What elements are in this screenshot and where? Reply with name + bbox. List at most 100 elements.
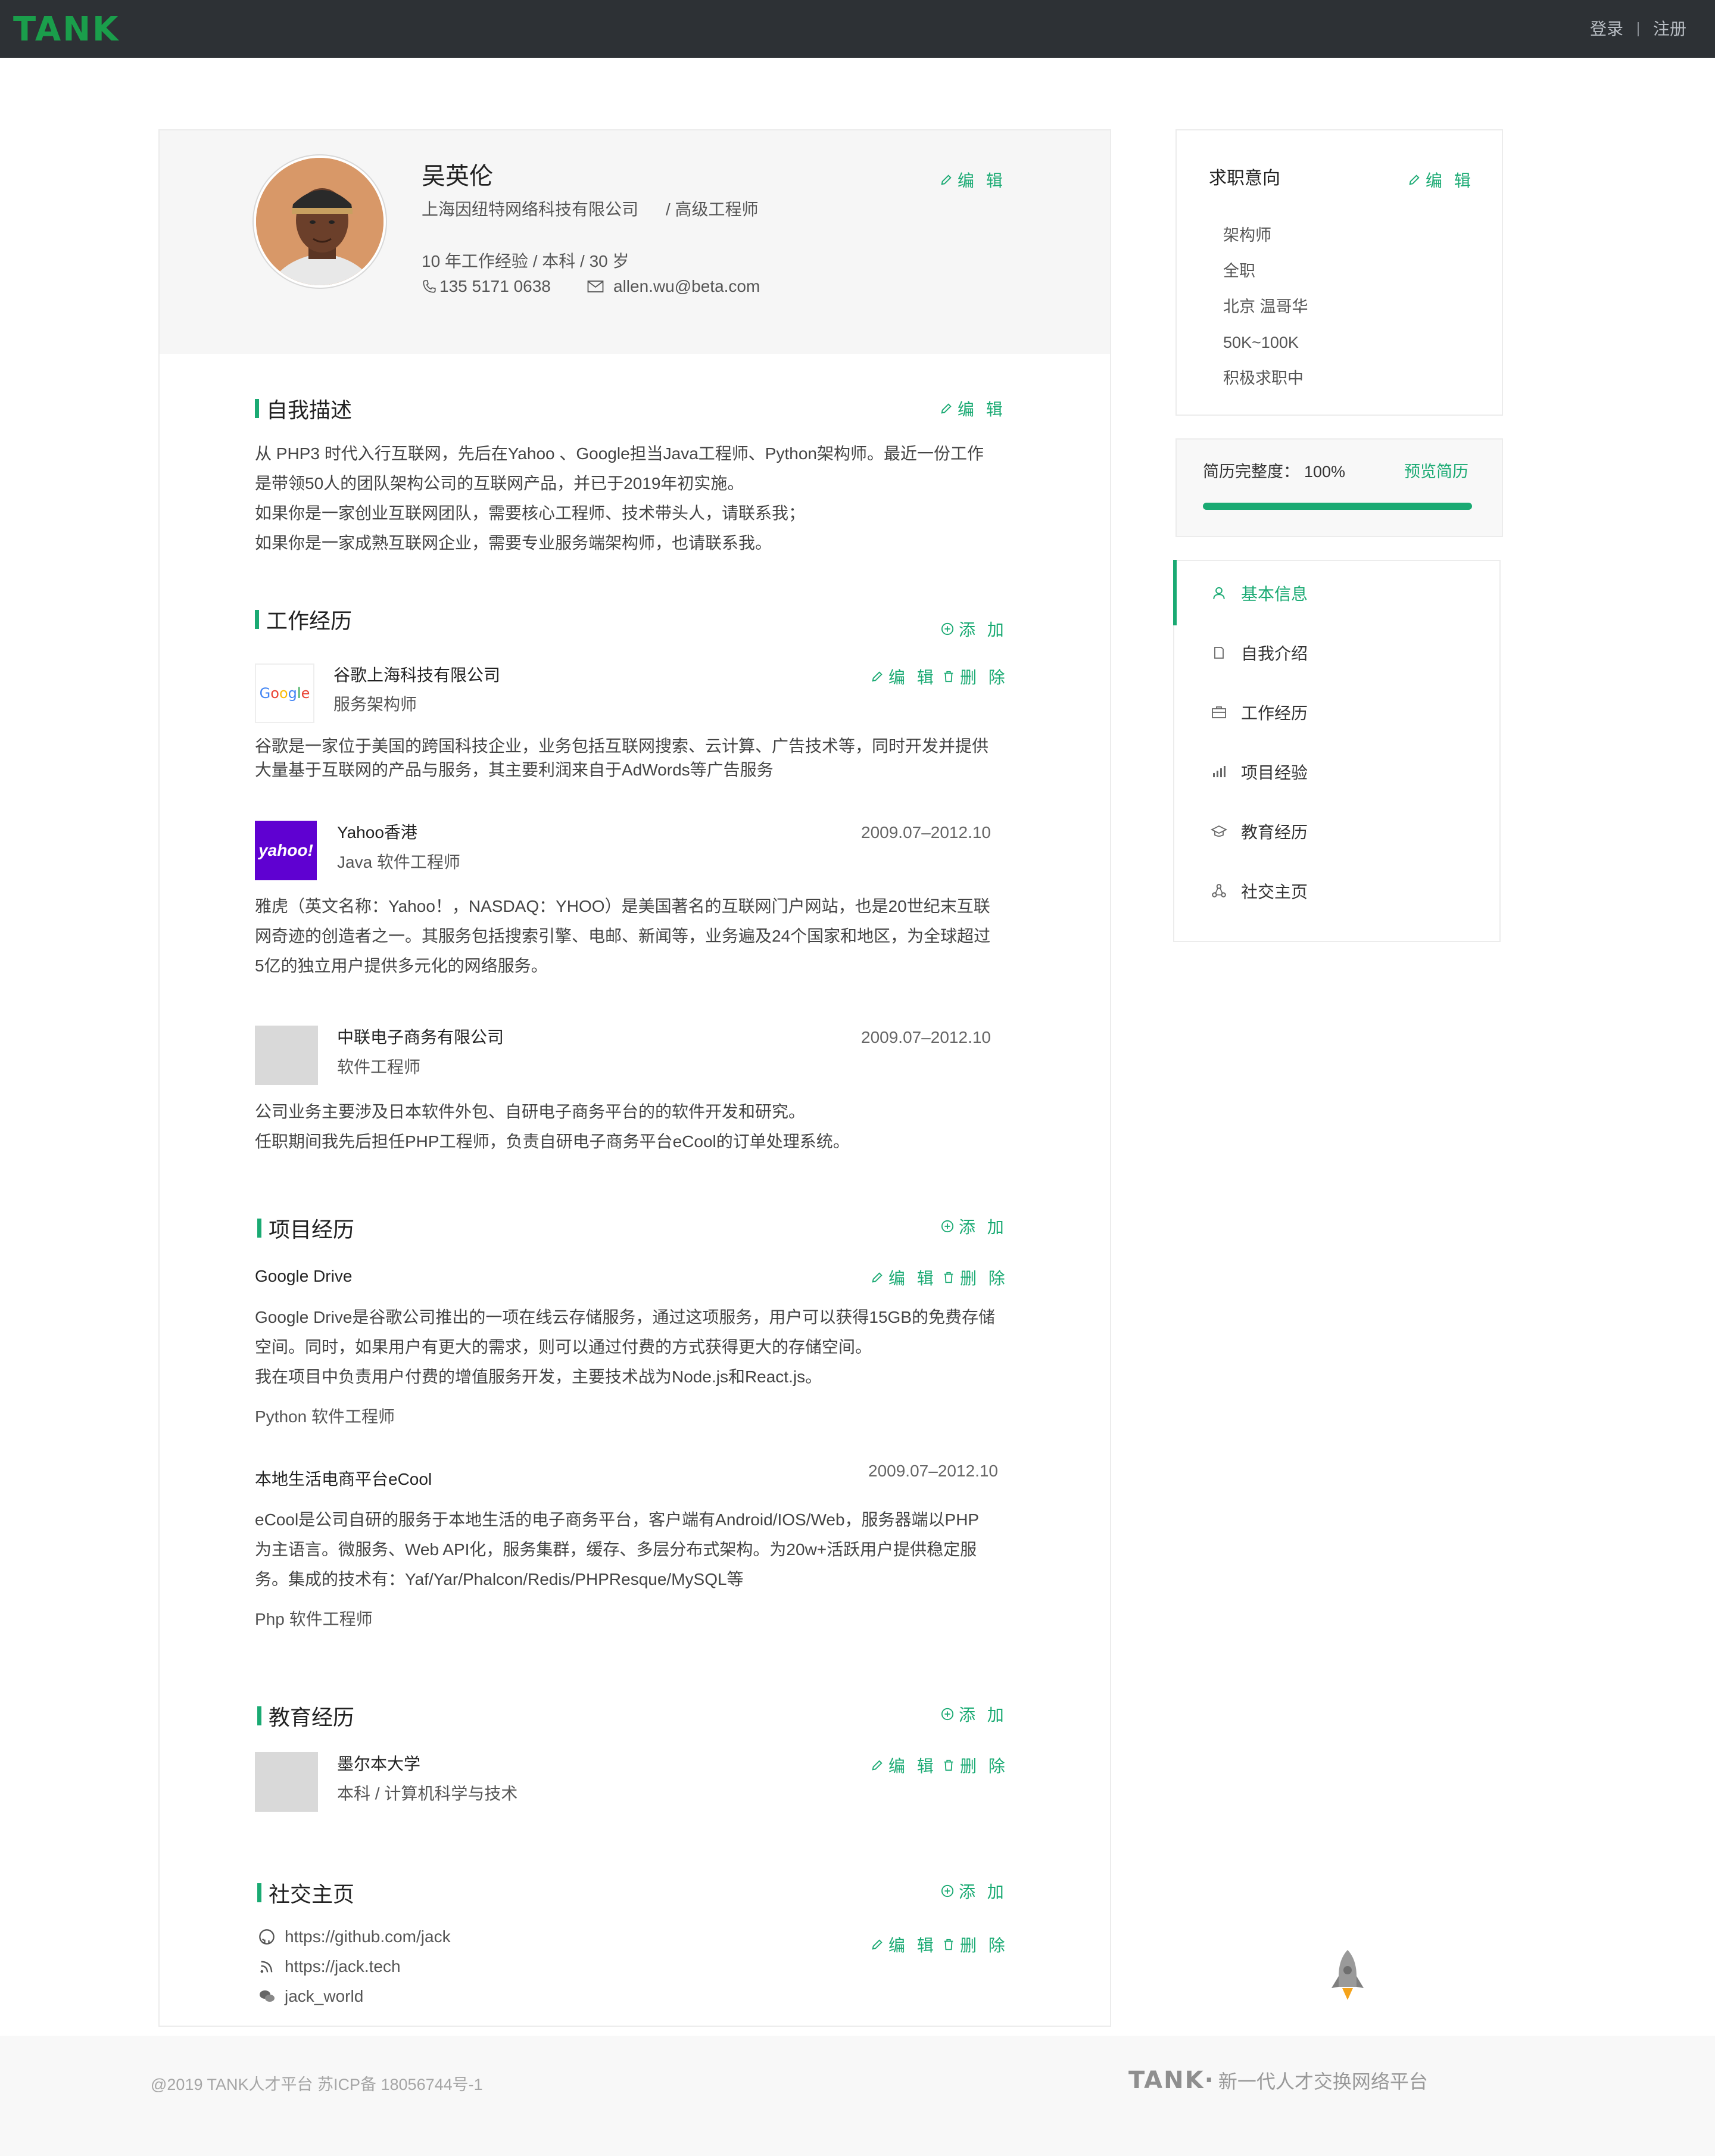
- project-role: Php 软件工程师: [255, 1610, 373, 1628]
- title-accent-bar: [257, 1883, 261, 1902]
- section-title-projects: 项目经历: [257, 1213, 354, 1244]
- sidenav-basic-info[interactable]: 基本信息: [1210, 578, 1478, 608]
- edit-label: 编 辑: [888, 668, 937, 687]
- sidenav-label: 项目经验: [1241, 764, 1308, 782]
- company-logo-yahoo: yahoo!: [255, 821, 317, 880]
- pencil-icon: [872, 1760, 883, 1771]
- work-role: 软件工程师: [337, 1058, 421, 1076]
- social-link-github[interactable]: https://github.com/jack: [258, 1927, 451, 1947]
- delete-education-button[interactable]: 删 除: [942, 1753, 1009, 1777]
- delete-work-button[interactable]: 删 除: [942, 665, 1009, 688]
- title-accent-bar: [257, 1219, 261, 1238]
- completeness-text: 简历完整度： 100%: [1203, 462, 1345, 481]
- sidenav-label: 自我介绍: [1241, 644, 1308, 663]
- trash-icon: [944, 1272, 953, 1283]
- sidenav-label: 社交主页: [1241, 883, 1308, 901]
- intent-salary: 50K~100K: [1223, 334, 1299, 351]
- completeness-value: 100%: [1304, 463, 1346, 481]
- delete-project-button[interactable]: 删 除: [942, 1266, 1009, 1289]
- work-desc: 雅虎（英文名称：Yahoo！，NASDAQ：YHOO）是美国著名的互联网门户网站…: [255, 892, 990, 981]
- site-logo[interactable]: TANK: [13, 11, 120, 49]
- sidenav-projects[interactable]: 项目经验: [1210, 757, 1478, 787]
- self-desc-line: 如果你是一家创业互联网团队，需要核心工程师、技术带头人，请联系我；: [255, 504, 806, 522]
- section-title-text: 工作经历: [266, 609, 353, 633]
- plus-circle-icon: [941, 1884, 954, 1898]
- bar-chart-icon: [1210, 765, 1228, 779]
- social-link-text: https://github.com/jack: [285, 1927, 451, 1946]
- avatar: [254, 155, 386, 288]
- delete-social-button[interactable]: 删 除: [942, 1933, 1009, 1956]
- edit-project-button[interactable]: 编 辑: [871, 1266, 937, 1289]
- add-label: 添 加: [959, 1218, 1008, 1236]
- work-role: Java 软件工程师: [337, 853, 460, 871]
- work-date: 2009.07–2012.10: [861, 823, 991, 842]
- title-accent-bar: [255, 399, 259, 418]
- work-desc-line: 公司业务主要涉及日本软件外包、自研电子商务平台的的软件开发和研究。: [255, 1102, 806, 1121]
- sidenav-education[interactable]: 教育经历: [1210, 817, 1478, 846]
- login-link[interactable]: 登录: [1590, 19, 1623, 39]
- edit-intent-button[interactable]: 编 辑: [1408, 168, 1474, 192]
- auth-links: 登录 注册: [1590, 19, 1686, 39]
- back-to-top-rocket-icon[interactable]: [1329, 1949, 1366, 2004]
- add-education-button[interactable]: 添 加: [941, 1702, 1008, 1726]
- work-desc-line: 5亿的独立用户提供多元化的网络服务。: [255, 957, 548, 975]
- edit-label: 编 辑: [888, 1936, 937, 1955]
- self-desc-line: 从 PHP3 时代入行互联网，先后在Yahoo 、Google担当Java工程师…: [255, 444, 984, 463]
- document-icon: [1210, 646, 1228, 660]
- title-accent-bar: [255, 610, 259, 629]
- work-company: Yahoo香港: [337, 823, 417, 842]
- intent-type: 全职: [1223, 262, 1255, 280]
- profile-phone: 135 5171 0638: [422, 276, 551, 297]
- self-desc-line: 如果你是一家成熟互联网企业，需要专业服务端架构师，也请联系我。: [255, 534, 772, 552]
- plus-circle-icon: [941, 622, 954, 635]
- edit-label: 编 辑: [888, 1757, 937, 1775]
- briefcase-icon: [1210, 705, 1228, 719]
- plus-circle-icon: [941, 1708, 954, 1721]
- project-role: Python 软件工程师: [255, 1407, 395, 1426]
- section-title-self: 自我描述: [255, 393, 352, 424]
- social-link-text: jack_world: [285, 1987, 364, 2005]
- project-date: 2009.07–2012.10: [868, 1462, 998, 1480]
- section-title-text: 社交主页: [269, 1882, 355, 1906]
- delete-label: 删 除: [960, 668, 1009, 687]
- edit-self-desc-button[interactable]: 编 辑: [940, 397, 1006, 420]
- pencil-icon: [872, 1272, 883, 1283]
- add-work-button[interactable]: 添 加: [941, 617, 1008, 641]
- user-icon: [1210, 585, 1228, 601]
- social-link-text: https://jack.tech: [285, 1957, 401, 1976]
- divider: [1637, 22, 1639, 36]
- edit-label: 编 辑: [958, 172, 1006, 190]
- work-role: 服务架构师: [333, 695, 417, 714]
- social-link-wechat[interactable]: jack_world: [258, 1986, 363, 2007]
- edit-profile-button[interactable]: 编 辑: [940, 168, 1006, 192]
- sidenav-social[interactable]: 社交主页: [1210, 876, 1478, 906]
- register-link[interactable]: 注册: [1653, 19, 1686, 39]
- add-social-button[interactable]: 添 加: [941, 1879, 1008, 1903]
- phone-number: 135 5171 0638: [439, 277, 551, 295]
- pencil-icon: [1409, 175, 1420, 185]
- company-logo-google: Google: [255, 663, 314, 723]
- delete-label: 删 除: [960, 1269, 1009, 1288]
- profile-company: 上海因纽特网络科技有限公司: [422, 200, 639, 219]
- preview-resume-link[interactable]: 预览简历: [1404, 462, 1468, 481]
- social-link-website[interactable]: https://jack.tech: [258, 1956, 401, 1977]
- footer-logo: TANK·: [1128, 2067, 1215, 2094]
- add-project-button[interactable]: 添 加: [941, 1214, 1008, 1238]
- edit-education-button[interactable]: 编 辑: [871, 1753, 937, 1777]
- edit-social-button[interactable]: 编 辑: [871, 1933, 937, 1956]
- email-address: allen.wu@beta.com: [613, 277, 760, 295]
- phone-icon: [423, 280, 436, 293]
- work-desc: 公司业务主要涉及日本软件外包、自研电子商务平台的的软件开发和研究。 任职期间我先…: [255, 1097, 850, 1157]
- edit-work-button[interactable]: 编 辑: [871, 665, 937, 688]
- add-label: 添 加: [959, 1706, 1008, 1724]
- project-desc-line: eCool是公司自研的服务于本地生活的电子商务平台，客户端有Android/IO…: [255, 1510, 980, 1529]
- edit-label: 编 辑: [958, 400, 1006, 419]
- self-desc-line: 是带领50人的团队架构公司的互联网产品，并已于2019年初实施。: [255, 474, 744, 493]
- sidenav-work[interactable]: 工作经历: [1210, 697, 1478, 727]
- completeness-label: 简历完整度：: [1203, 463, 1299, 481]
- profile-position: / 高级工程师: [666, 200, 759, 219]
- add-label: 添 加: [959, 1883, 1008, 1901]
- add-label: 添 加: [959, 621, 1008, 639]
- sidenav-self-intro[interactable]: 自我介绍: [1210, 638, 1478, 668]
- github-icon: [259, 1928, 275, 1945]
